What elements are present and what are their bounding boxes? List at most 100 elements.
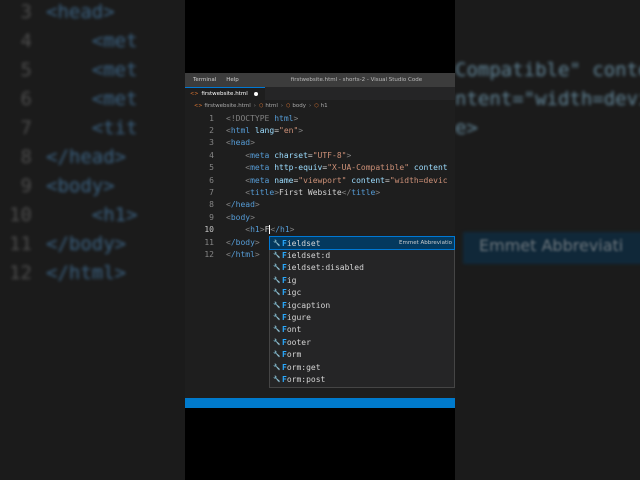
- suggestion-label: igcaption: [286, 300, 331, 310]
- line-number: 12: [204, 250, 214, 260]
- line-number: 3: [209, 138, 214, 148]
- line-number: 12: [9, 262, 32, 284]
- code-text: <met: [46, 88, 138, 110]
- code-line: 6 < meta name = "viewport" content = "width=d…: [185, 174, 448, 186]
- code-line: 1 <!DOCTYPE html >: [185, 112, 298, 124]
- suggestion-label: ieldset:d: [286, 251, 331, 261]
- breadcrumb: <> firstwebsite.html › ⬡ html › ⬡ body ›…: [185, 100, 455, 111]
- tag-name: meta: [250, 163, 270, 173]
- menu-terminal[interactable]: Terminal: [193, 77, 216, 83]
- code-line: 11 </body >: [185, 236, 259, 248]
- chevron-right-icon: ›: [309, 102, 312, 109]
- line-number: 5: [20, 59, 32, 81]
- line-number: 6: [209, 175, 214, 185]
- code-line-active: 10 < h1 > F </h1 >: [185, 224, 295, 236]
- tag-name: head: [230, 138, 251, 148]
- suggestion-label: ig: [286, 275, 297, 285]
- suggestion-item[interactable]: 🔧 Figc: [270, 287, 454, 299]
- attribute-name: charset: [274, 150, 308, 160]
- tag-name: /html: [230, 250, 255, 260]
- suggestion-label: ooter: [286, 337, 311, 347]
- bracket: >: [293, 113, 299, 123]
- suggestion-label: orm: [286, 350, 302, 360]
- background-code-line: 12 </html>: [0, 259, 138, 288]
- background-right-blur: Compatible" contentntent="width=device> …: [455, 0, 640, 480]
- breadcrumb-body[interactable]: body: [292, 103, 306, 109]
- suggestion-item[interactable]: 🔧 Form:post: [270, 373, 454, 385]
- attribute-value: "X-UA-Compatible": [327, 163, 410, 173]
- code-line: 7 < title > First Website </title >: [185, 186, 380, 198]
- tab-label: firstwebsite.html: [201, 91, 248, 97]
- tag-name: meta: [250, 150, 270, 160]
- code-line: 2 < html lang = "en" >: [185, 124, 303, 136]
- background-code-line: 8 </head>: [0, 143, 138, 172]
- breadcrumb-file[interactable]: firstwebsite.html: [204, 103, 250, 109]
- element-icon: ⬡: [258, 102, 264, 109]
- wrench-icon: 🔧: [273, 338, 281, 346]
- suggestion-item[interactable]: 🔧 Fig: [270, 274, 454, 286]
- breadcrumb-h1[interactable]: h1: [321, 103, 328, 109]
- suggestion-label: ieldset: [286, 238, 321, 248]
- code-text: <met: [46, 30, 138, 52]
- background-code-line: 10 <h1>: [0, 201, 137, 230]
- suggestion-item[interactable]: 🔧 Fieldset Emmet Abbreviatio: [269, 235, 455, 251]
- code-line: 8 </head >: [185, 199, 260, 211]
- line-number: 1: [209, 113, 214, 123]
- code-text: <head>: [46, 1, 115, 23]
- line-number: 9: [20, 175, 32, 197]
- background-code-line: Compatible" content: [455, 59, 640, 81]
- tag-name: /h1: [275, 225, 290, 235]
- wrench-icon: 🔧: [273, 314, 281, 322]
- wrench-icon: 🔧: [273, 289, 281, 297]
- code-line: 4 < meta charset = "UTF-8" >: [185, 149, 351, 161]
- background-code-line: 11 </body>: [0, 230, 138, 259]
- line-number: 10: [9, 204, 32, 226]
- suggestion-label: orm:get: [286, 362, 321, 372]
- background-right-code: Compatible" content ntent="width=devic e>: [455, 56, 640, 259]
- line-number: 5: [209, 163, 214, 173]
- attribute-value: "viewport": [298, 175, 347, 185]
- background-code-line: e>: [455, 117, 478, 139]
- html-file-icon: <>: [194, 102, 203, 109]
- suggestion-item[interactable]: 🔧 Font: [270, 324, 454, 336]
- tab-firstwebsite[interactable]: <> firstwebsite.html: [185, 87, 265, 100]
- suggestion-label: ieldset:disabled: [286, 263, 364, 273]
- chevron-right-icon: ›: [253, 102, 256, 109]
- attribute-value: "width=devic: [389, 175, 448, 185]
- tag-name: h1: [250, 225, 260, 235]
- suggestion-item[interactable]: 🔧 Fieldset:d: [270, 249, 454, 261]
- wrench-icon: 🔧: [273, 301, 281, 309]
- title-bar: Terminal Help firstwebsite.html - shorts…: [185, 73, 455, 87]
- line-number: 6: [20, 88, 32, 110]
- code-line: 5 < meta http-equiv = "X-UA-Compatible" con…: [185, 162, 448, 174]
- suggestion-item[interactable]: 🔧 Form: [270, 349, 454, 361]
- element-icon: ⬡: [286, 102, 291, 109]
- wrench-icon: 🔧: [273, 351, 281, 359]
- attribute-name: content: [413, 163, 448, 173]
- attribute-value: "UTF-8": [312, 150, 347, 160]
- breadcrumb-html[interactable]: html: [265, 103, 278, 109]
- tag-name: title: [250, 188, 275, 198]
- suggestion-item[interactable]: 🔧 Figcaption: [270, 299, 454, 311]
- background-left-blur: 3 <head> 4 <met 5 <met 6 <met 7 <tit 8 </head> 9…: [0, 0, 185, 480]
- menu-help[interactable]: Help: [226, 77, 239, 83]
- code-text: </html>: [46, 262, 127, 284]
- suggestion-item[interactable]: 🔧 Form:get: [270, 361, 454, 373]
- suggestion-item[interactable]: 🔧 Figure: [270, 311, 454, 323]
- tag-name: /body: [230, 237, 255, 247]
- line-number: 4: [209, 150, 214, 160]
- unsaved-dot-icon[interactable]: [253, 92, 258, 96]
- background-code-line: [455, 172, 640, 201]
- wrench-icon: 🔧: [273, 363, 281, 371]
- chevron-right-icon: ›: [280, 102, 284, 109]
- background-code-line: 9 <body>: [0, 172, 138, 201]
- suggestion-item[interactable]: 🔧 Fieldset:disabled: [270, 262, 454, 274]
- code-line: 9 < body >: [185, 211, 255, 223]
- line-number: 9: [209, 212, 214, 222]
- suggestion-item[interactable]: 🔧 Footer: [270, 336, 454, 348]
- line-number: 4: [20, 30, 32, 52]
- attribute-name: content: [351, 175, 385, 185]
- line-number: 11: [204, 237, 214, 247]
- background-code-line: 7 <tit: [0, 114, 138, 143]
- wrench-icon: 🔧: [273, 326, 281, 334]
